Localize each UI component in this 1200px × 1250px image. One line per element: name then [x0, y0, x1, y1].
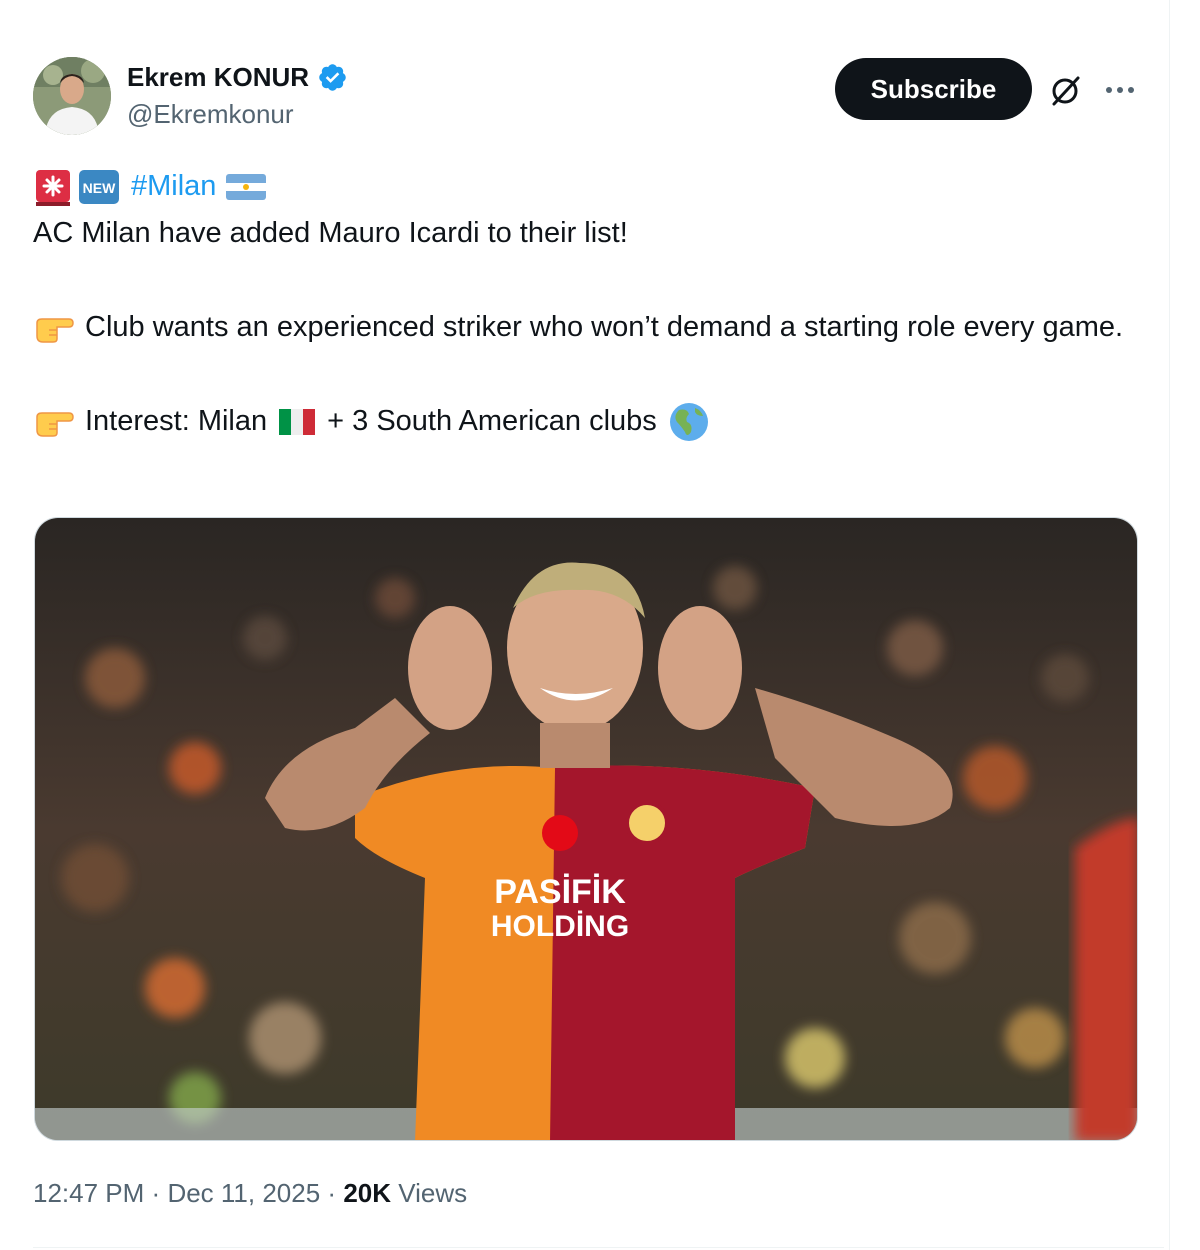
- author-handle[interactable]: @Ekremkonur: [127, 99, 348, 130]
- timeline-border: [1169, 0, 1170, 1250]
- tweet-line-3-text: Club wants an experienced striker who wo…: [85, 311, 1124, 343]
- tweet-line-4-text-b: + 3 South American clubs: [327, 405, 657, 437]
- more-dots-icon[interactable]: [1103, 75, 1137, 105]
- point-right-icon: [36, 318, 74, 344]
- tweet-time[interactable]: 12:47 PM: [33, 1178, 144, 1208]
- tweet-line-4: Interest: Milan + 3 South American clubs: [33, 398, 1148, 445]
- avatar[interactable]: [33, 57, 111, 135]
- tweet-spacer: [33, 351, 1148, 398]
- siren-icon: [36, 169, 70, 206]
- tweet-text: NEW #Milan AC Milan have added Mauro Ica…: [33, 163, 1148, 445]
- author-display-name[interactable]: Ekrem KONUR: [127, 62, 309, 93]
- tweet-date[interactable]: Dec 11, 2025: [167, 1178, 320, 1208]
- tweet-line-2: AC Milan have added Mauro Icardi to thei…: [33, 217, 628, 249]
- author-name-row[interactable]: Ekrem KONUR: [127, 59, 348, 95]
- meta-separator: ·: [151, 1178, 161, 1208]
- new-badge-icon: NEW: [79, 169, 119, 204]
- tweet-header: Ekrem KONUR @Ekremkonur Subscribe: [33, 57, 1148, 137]
- subscribe-button[interactable]: Subscribe: [835, 58, 1032, 120]
- tweet-meta: 12:47 PM · Dec 11, 2025 · 20K Views: [33, 1178, 467, 1209]
- globe-americas-icon: [669, 402, 708, 441]
- meta-separator: ·: [327, 1178, 337, 1208]
- italy-flag-icon: [279, 408, 316, 435]
- tweet-media-photo[interactable]: PASİFİK HOLDİNG: [34, 517, 1138, 1141]
- views-label[interactable]: Views: [398, 1178, 467, 1208]
- slashed-circle-icon[interactable]: [1048, 73, 1082, 107]
- verified-badge-icon[interactable]: [317, 62, 348, 93]
- tweet-spacer: [33, 257, 1148, 304]
- divider: [33, 1247, 1164, 1248]
- tweet-line-4-text-a: Interest: Milan: [85, 405, 268, 437]
- views-count[interactable]: 20K: [343, 1178, 391, 1208]
- author-names: Ekrem KONUR @Ekremkonur: [127, 59, 348, 130]
- point-right-icon: [36, 411, 74, 437]
- tweet-line-3: Club wants an experienced striker who wo…: [33, 304, 1148, 351]
- argentina-flag-icon: [226, 173, 267, 200]
- hashtag-link[interactable]: #Milan: [131, 163, 216, 210]
- tweet-line-hashtag: NEW #Milan: [33, 163, 1148, 210]
- sponsor-line-2: HOLDİNG: [491, 910, 629, 943]
- player-photo: PASİFİK HOLDİNG: [35, 518, 1137, 1140]
- sponsor-line-1: PASİFİK: [494, 873, 626, 911]
- svg-text:NEW: NEW: [83, 180, 116, 196]
